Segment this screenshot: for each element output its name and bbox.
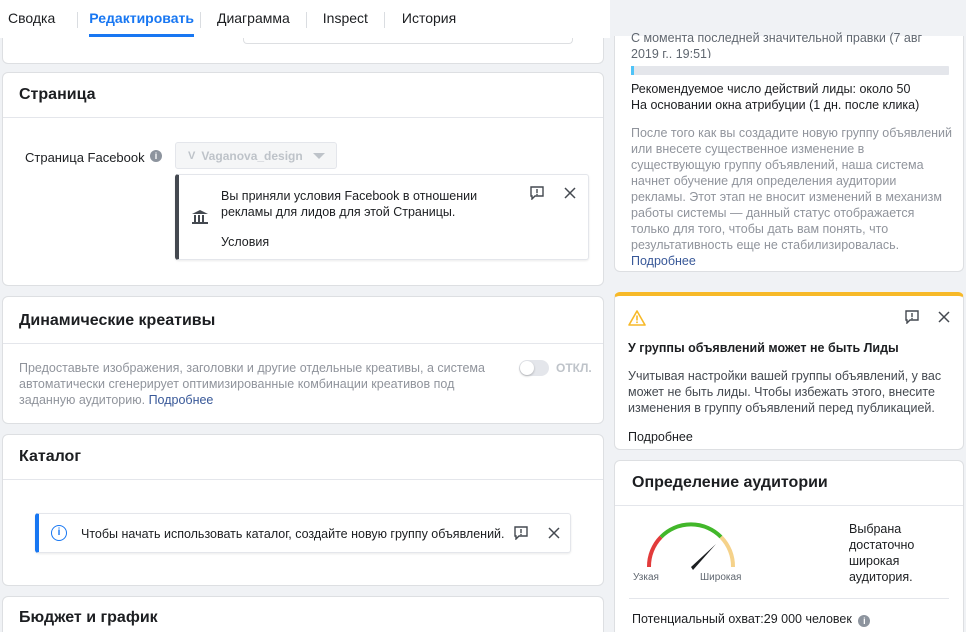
gauge-label-narrow: Узкая (633, 572, 659, 583)
section-title: Бюджет и график (19, 609, 158, 626)
learning-top-text: С момента последней значительной правки … (631, 31, 923, 58)
section-title: Каталог (19, 448, 81, 465)
reach-label: Потенциальный охват: (632, 612, 764, 626)
warning-icon (628, 310, 646, 331)
page-logo-icon: V (188, 149, 196, 162)
learning-progress-fill (631, 66, 634, 75)
info-circle-icon: i (51, 525, 67, 541)
learn-more-link[interactable]: Подробнее (149, 393, 214, 407)
dynamic-description: Предоставьте изображения, заголовки и др… (19, 360, 489, 408)
close-icon[interactable] (562, 185, 578, 201)
learn-more-link[interactable]: Подробнее (631, 254, 696, 268)
catalog-card: Каталог i Чтобы начать использовать ката… (2, 434, 604, 586)
page-section-card: Страница Страница Facebook i V Vaganova_… (2, 72, 604, 286)
recommended-actions: Рекомендуемое число действий лиды: около… (631, 82, 911, 96)
section-title: Страница (19, 86, 96, 103)
previous-input-edge (243, 38, 573, 44)
tab-separator (199, 12, 201, 28)
description-text: Предоставьте изображения, заголовки и др… (19, 361, 485, 407)
warning-panel: У группы объявлений может не быть Лиды У… (614, 292, 964, 450)
gauge-label-wide: Широкая (700, 572, 742, 583)
audience-summary: Выбрана достаточно широкая аудитория. (849, 522, 915, 584)
section-divider (3, 479, 603, 480)
tab-separator (383, 12, 385, 28)
fb-page-label: Страница Facebook (25, 150, 145, 165)
info-icon[interactable]: i (150, 150, 162, 162)
learning-explanation: После того как вы создадите новую группу… (631, 125, 953, 269)
explanation-text: После того как вы создадите новую группу… (631, 126, 953, 252)
catalog-notice-text: Чтобы начать использовать каталог, созда… (81, 527, 505, 541)
report-icon[interactable] (513, 525, 529, 541)
report-icon[interactable] (529, 185, 545, 201)
page-selector[interactable]: V Vaganova_design (175, 142, 337, 169)
tab-diagram[interactable]: Диаграмма (217, 0, 290, 38)
audience-definition-panel: Определение аудитории Узкая Широкая Выбр… (614, 460, 964, 632)
learning-phase-panel: С момента последней значительной правки … (614, 31, 964, 272)
top-tabs: Сводка Редактировать Диаграмма Inspect И… (0, 0, 610, 38)
tab-history[interactable]: История (402, 0, 456, 38)
toggle-knob (520, 361, 534, 375)
panel-divider (615, 505, 963, 506)
info-icon[interactable]: i (858, 615, 871, 627)
toggle-state-label: ОТКЛ. (556, 361, 592, 375)
potential-reach: Потенциальный охват:29 000 человек i (632, 611, 871, 627)
budget-card: Бюджет и график (2, 596, 604, 632)
report-icon[interactable] (904, 309, 920, 325)
bank-icon (191, 209, 209, 225)
chevron-down-icon (312, 152, 325, 159)
learning-progress-bar (631, 66, 949, 75)
audience-gauge (641, 517, 741, 578)
section-divider (3, 117, 603, 118)
learn-more-link[interactable]: Подробнее (628, 429, 693, 445)
close-icon[interactable] (546, 525, 562, 541)
dynamic-toggle[interactable] (519, 360, 549, 376)
tab-edit[interactable]: Редактировать (89, 0, 194, 38)
warning-body: Учитывая настройки вашей группы объявлен… (628, 369, 942, 415)
warning-title: У группы объявлений может не быть Лиды (628, 341, 899, 355)
terms-link[interactable]: Условия (221, 234, 269, 250)
section-divider (3, 343, 603, 344)
panel-title: Определение аудитории (632, 474, 828, 491)
attribution-window: На основании окна атрибуции (1 дн. после… (631, 98, 920, 112)
tab-separator (77, 12, 79, 28)
previous-section-card (2, 38, 604, 64)
close-icon[interactable] (936, 309, 952, 325)
dynamic-creatives-card: Динамические креативы Предоставьте изобр… (2, 296, 604, 424)
tab-separator (305, 12, 307, 28)
panel-divider (629, 598, 949, 599)
notice-text: Вы приняли условия Facebook в отношении … (221, 189, 478, 219)
catalog-notice: i Чтобы начать использовать каталог, соз… (35, 513, 571, 553)
tab-inspect[interactable]: Inspect (323, 0, 368, 38)
reach-value: 29 000 человек (763, 612, 852, 626)
section-title: Динамические креативы (19, 312, 216, 329)
page-selector-value: Vaganova_design (201, 148, 303, 163)
terms-notice: Вы приняли условия Facebook в отношении … (175, 174, 589, 260)
tab-summary[interactable]: Сводка (8, 0, 55, 38)
